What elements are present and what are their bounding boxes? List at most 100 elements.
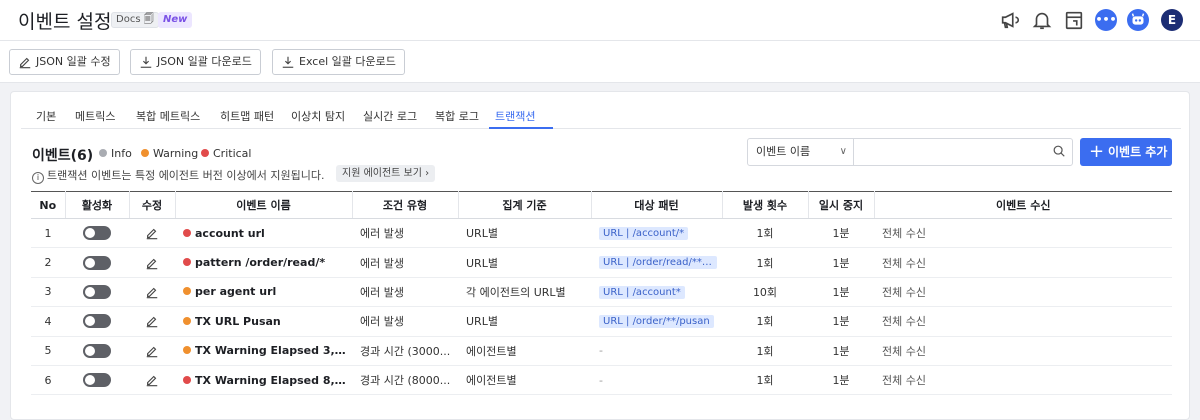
megaphone-icon[interactable] <box>999 9 1021 31</box>
edit-icon[interactable] <box>145 226 159 240</box>
col-event-receive: 이벤트 수신 <box>874 191 1172 219</box>
occurrence-count: 1회 <box>722 336 808 366</box>
row-no: 3 <box>31 277 65 308</box>
occurrence-count: 10회 <box>722 277 808 308</box>
row-no: 4 <box>31 306 65 337</box>
tab-bar: 기본 메트릭스 복합 메트릭스 히트맵 패턴 이상치 탐지 실시간 로그 복합 … <box>21 92 1181 129</box>
aggregate: 각 에이전트의 URL별 <box>458 277 591 308</box>
col-enabled: 활성화 <box>65 191 130 219</box>
severity-dot <box>183 375 191 384</box>
row-no: 2 <box>31 247 65 278</box>
col-no: No <box>31 191 66 219</box>
condition-type: 경과 시간 (8000... <box>352 365 458 396</box>
event-receive: 전체 수신 <box>874 336 1172 366</box>
col-condition-type: 조건 유형 <box>352 191 459 219</box>
enable-toggle[interactable] <box>83 373 111 388</box>
tab-realtime-log[interactable]: 실시간 로그 <box>363 108 417 124</box>
json-download-button[interactable]: JSON 일괄 다운로드 <box>130 49 261 75</box>
legend-info: Info <box>99 147 132 160</box>
condition-type: 에러 발생 <box>352 277 458 308</box>
chat-icon[interactable]: ••• <box>1095 9 1117 31</box>
aggregate: URL별 <box>458 218 591 249</box>
event-name[interactable]: pattern /order/read/* <box>175 247 352 278</box>
tab-composite-metrics[interactable]: 복합 메트릭스 <box>136 108 200 124</box>
tab-metrics[interactable]: 메트릭스 <box>75 108 115 124</box>
table-row: 5 TX Warning Elapsed 3,000 ... 경과 시간 (30… <box>31 336 1172 366</box>
search-input[interactable] <box>856 141 1046 163</box>
tab-basic[interactable]: 기본 <box>36 108 56 124</box>
avatar[interactable]: E <box>1161 9 1183 31</box>
pause-time: 1분 <box>808 277 874 308</box>
severity-dot <box>183 258 191 267</box>
event-receive: 전체 수신 <box>874 365 1172 396</box>
target-pattern: - <box>591 336 722 366</box>
target-pattern: URL | /order/read/**/pu... <box>599 256 717 270</box>
page-header: 이벤트 설정 Docs 🗐 New ••• E <box>0 0 1200 41</box>
calendar-icon[interactable] <box>1063 9 1085 31</box>
event-name[interactable]: per agent url <box>175 277 352 308</box>
aggregate: 에이전트별 <box>458 336 591 366</box>
event-card: 기본 메트릭스 복합 메트릭스 히트맵 패턴 이상치 탐지 실시간 로그 복합 … <box>10 91 1190 420</box>
tab-composite-log[interactable]: 복합 로그 <box>435 108 479 124</box>
aggregate: URL별 <box>458 306 591 337</box>
occurrence-count: 1회 <box>722 247 808 278</box>
download-icon <box>282 56 294 68</box>
table-row: 3 per agent url 에러 발생 각 에이전트의 URL별 URL |… <box>31 277 1172 308</box>
target-pattern: - <box>591 365 722 396</box>
target-pattern: URL | /account/* <box>599 226 689 240</box>
version-notice: i 트랜잭션 이벤트는 특정 에이전트 버전 이상에서 지원됩니다. <box>32 167 324 184</box>
event-name[interactable]: TX Warning Elapsed 8,000 ... <box>175 365 352 396</box>
edit-icon[interactable] <box>145 256 159 269</box>
active-tab-indicator <box>489 127 553 129</box>
docs-link[interactable]: Docs 🗐 <box>111 12 159 28</box>
bot-icon[interactable] <box>1127 9 1149 31</box>
new-badge: New <box>158 12 193 28</box>
toolbar: JSON 일괄 수정 JSON 일괄 다운로드 Excel 일괄 다운로드 <box>0 41 1200 83</box>
row-no: 1 <box>31 218 65 249</box>
edit-icon[interactable] <box>145 344 159 358</box>
occurrence-count: 1회 <box>722 218 808 249</box>
search-field-select[interactable]: 이벤트 이름 ∨ <box>748 139 854 165</box>
edit-icon[interactable] <box>145 373 159 387</box>
edit-icon[interactable] <box>145 314 159 328</box>
search-box: 이벤트 이름 ∨ <box>747 138 1073 166</box>
event-receive: 전체 수신 <box>874 218 1172 249</box>
pencil-icon <box>19 57 31 69</box>
edit-icon[interactable] <box>145 285 159 299</box>
table-row: 1 account url 에러 발생 URL별 URL | /account/… <box>31 218 1172 249</box>
event-table: No 활성화 수정 이벤트 이름 조건 유형 집계 기준 대상 패턴 발생 횟수… <box>31 191 1172 396</box>
supported-agent-link[interactable]: 지원 에이전트 보기 › <box>336 165 436 182</box>
severity-dot <box>183 228 191 237</box>
event-name[interactable]: TX URL Pusan <box>175 306 352 337</box>
event-name[interactable]: TX Warning Elapsed 3,000 ... <box>175 336 352 366</box>
table-header: No 활성화 수정 이벤트 이름 조건 유형 집계 기준 대상 패턴 발생 횟수… <box>31 191 1172 219</box>
enable-toggle[interactable] <box>83 255 111 270</box>
json-edit-button[interactable]: JSON 일괄 수정 <box>9 49 120 75</box>
info-icon: i <box>32 172 44 184</box>
pause-time: 1분 <box>808 336 874 366</box>
add-event-button[interactable]: + 이벤트 추가 <box>1080 138 1172 166</box>
enable-toggle[interactable] <box>83 343 111 358</box>
severity-dot <box>183 346 191 355</box>
target-pattern: URL | /account* <box>599 285 685 299</box>
legend-warning: Warning <box>141 147 198 160</box>
tab-heatmap-pattern[interactable]: 히트맵 패턴 <box>220 108 274 124</box>
col-pause: 일시 중지 <box>808 191 875 219</box>
event-name[interactable]: account url <box>175 218 352 249</box>
col-occurrence-count: 발생 횟수 <box>722 191 809 219</box>
occurrence-count: 1회 <box>722 365 808 396</box>
legend-critical: Critical <box>201 147 251 160</box>
table-row: 4 TX URL Pusan 에러 발생 URL별 URL | /order/*… <box>31 306 1172 337</box>
tab-anomaly-detection[interactable]: 이상치 탐지 <box>291 108 345 124</box>
excel-download-button[interactable]: Excel 일괄 다운로드 <box>272 49 405 75</box>
enable-toggle[interactable] <box>83 284 111 299</box>
search-icon[interactable] <box>1052 144 1066 158</box>
pause-time: 1분 <box>808 365 874 396</box>
bell-icon[interactable] <box>1031 9 1053 31</box>
enable-toggle[interactable] <box>83 314 111 329</box>
download-icon <box>140 56 152 68</box>
tab-transaction[interactable]: 트랜잭션 <box>495 108 535 124</box>
section-title: 이벤트(6) <box>32 148 94 164</box>
table-row: 2 pattern /order/read/* 에러 발생 URL별 URL |… <box>31 247 1172 278</box>
enable-toggle[interactable] <box>83 226 111 241</box>
